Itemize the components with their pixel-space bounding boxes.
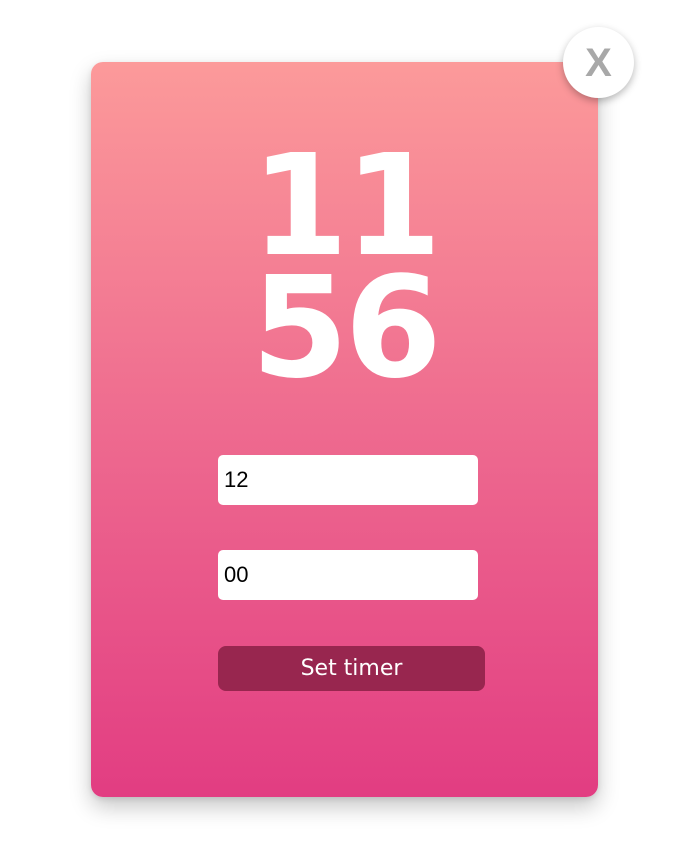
popup-stage: 11 56 Set timer X [0,0,680,852]
set-timer-button[interactable]: Set timer [218,646,485,691]
hours-input[interactable] [218,455,478,505]
timer-card: 11 56 Set timer [91,62,598,797]
close-icon: X [585,40,612,85]
close-button[interactable]: X [563,27,634,98]
clock-minutes-display: 56 [251,247,442,410]
minutes-input[interactable] [218,550,478,600]
